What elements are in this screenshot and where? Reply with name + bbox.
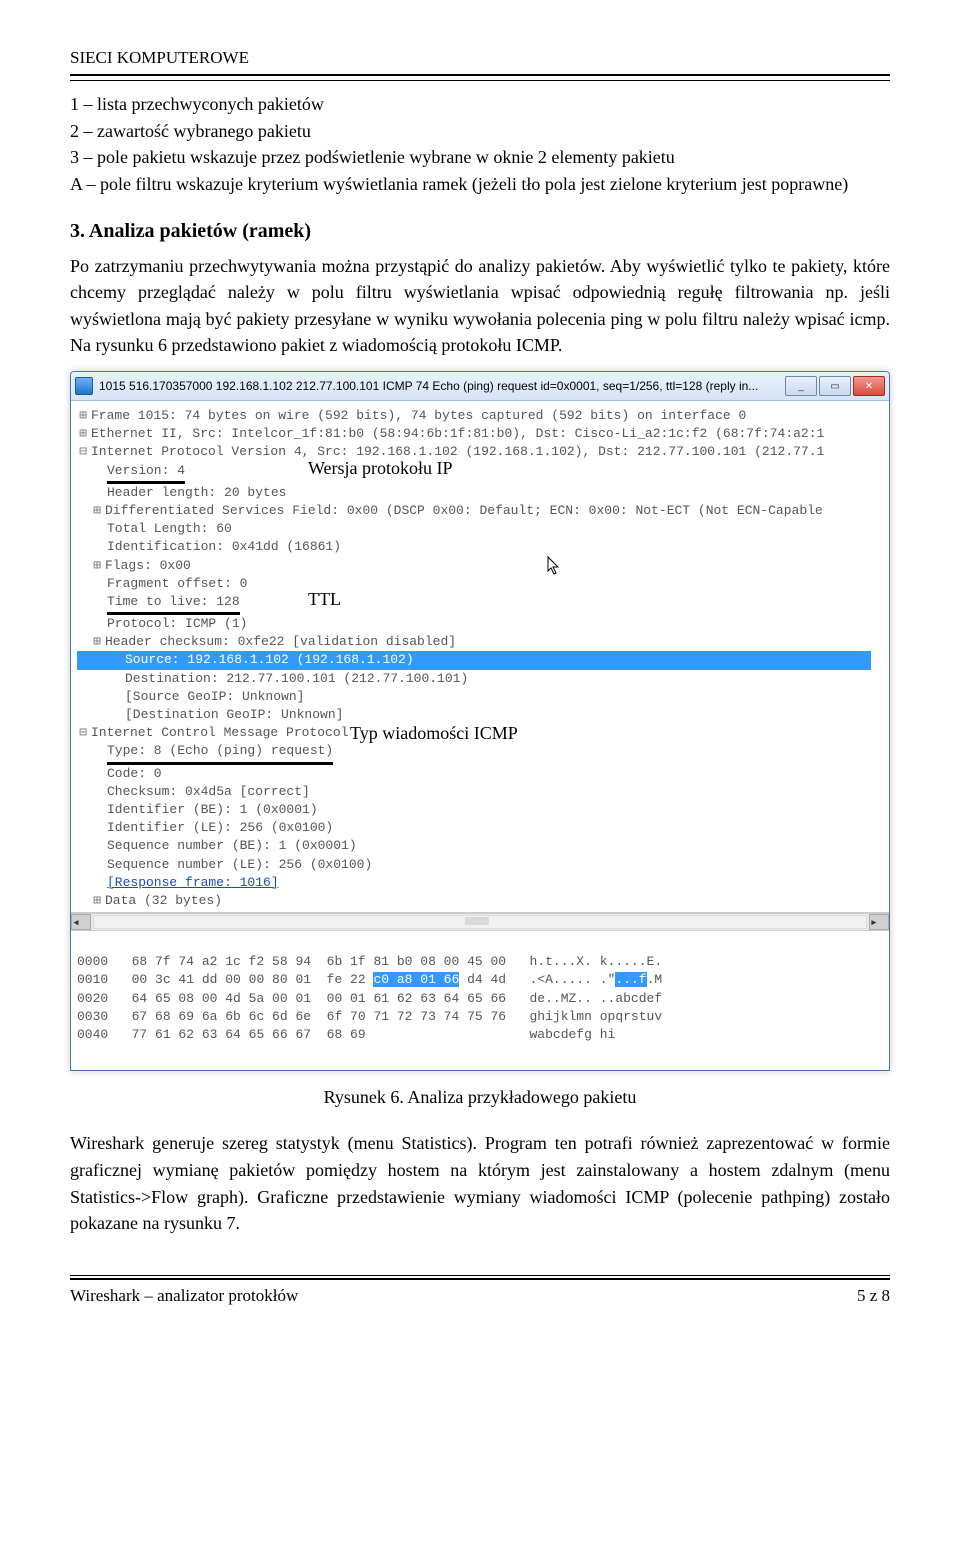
scroll-right-button[interactable]: ▸: [869, 914, 889, 930]
intro-legend: 1 – lista przechwyconych pakietów 2 – za…: [70, 91, 890, 198]
hex-row-0[interactable]: 0000 68 7f 74 a2 1c f2 58 94 6b 1f 81 b0…: [77, 954, 662, 969]
tree-frame[interactable]: ⊞Frame 1015: 74 bytes on wire (592 bits)…: [77, 407, 883, 425]
tree-ip-headerchk[interactable]: ⊞Header checksum: 0xfe22 [validation dis…: [77, 633, 883, 651]
tree-ip-flags[interactable]: ⊞Flags: 0x00: [77, 557, 883, 575]
tree-ip-destination[interactable]: Destination: 212.77.100.101 (212.77.100.…: [77, 670, 883, 688]
wireshark-window: 1015 516.170357000 192.168.1.102 212.77.…: [70, 371, 890, 1071]
window-close-button[interactable]: ✕: [853, 376, 885, 396]
section-3-para: Po zatrzymaniu przechwytywania można prz…: [70, 253, 890, 360]
page-footer: Wireshark – analizator protokłów 5 z 8: [70, 1280, 890, 1306]
outro-paragraph: Wireshark generuje szereg statystyk (men…: [70, 1130, 890, 1237]
tree-icmp-type[interactable]: Type: 8 (Echo (ping) request): [77, 742, 883, 764]
section-3-title: 3. Analiza pakietów (ramek): [70, 220, 890, 243]
window-minimize-button[interactable]: _: [785, 376, 817, 396]
tree-ip-source-selected[interactable]: Source: 192.168.1.102 (192.168.1.102): [77, 651, 871, 669]
tree-ip-headerlen[interactable]: Header length: 20 bytes: [77, 484, 883, 502]
hex-row-2[interactable]: 0020 64 65 08 00 4d 5a 00 01 00 01 61 62…: [77, 991, 662, 1006]
horizontal-scrollbar[interactable]: ◂ ▸: [71, 913, 889, 930]
tree-ip-ttl[interactable]: Time to live: 128: [77, 593, 883, 615]
intro-line-2: 2 – zawartość wybranego pakietu: [70, 121, 311, 141]
tree-icmp-seq-be[interactable]: Sequence number (BE): 1 (0x0001): [77, 837, 883, 855]
tree-icmp-checksum[interactable]: Checksum: 0x4d5a [correct]: [77, 783, 883, 801]
tree-ip-dsf[interactable]: ⊞Differentiated Services Field: 0x00 (DS…: [77, 502, 883, 520]
expand-icon[interactable]: ⊞: [77, 892, 103, 910]
tree-icmp-response-link[interactable]: [Response frame: 1016]: [77, 874, 883, 892]
page-header: SIECI KOMPUTEROWE: [70, 48, 890, 76]
tree-icmp[interactable]: ⊟Internet Control Message Protocol: [77, 724, 883, 742]
expand-icon[interactable]: ⊞: [77, 425, 89, 443]
window-maximize-button[interactable]: ▭: [819, 376, 851, 396]
wireshark-icon: [75, 377, 93, 395]
tree-ip-dstgeo[interactable]: [Destination GeoIP: Unknown]: [77, 706, 883, 724]
tree-icmp-seq-le[interactable]: Sequence number (LE): 256 (0x0100): [77, 856, 883, 874]
hex-row-3[interactable]: 0030 67 68 69 6a 6b 6c 6d 6e 6f 70 71 72…: [77, 1009, 662, 1024]
intro-line-3: 3 – pole pakietu wskazuje przez podświet…: [70, 147, 675, 167]
packet-details-pane[interactable]: ⊞Frame 1015: 74 bytes on wire (592 bits)…: [71, 401, 889, 913]
tree-icmp-id-le[interactable]: Identifier (LE): 256 (0x0100): [77, 819, 883, 837]
figure-6-wrapper: 1015 516.170357000 192.168.1.102 212.77.…: [70, 371, 890, 1071]
scroll-left-button[interactable]: ◂: [71, 914, 91, 930]
tree-icmp-code[interactable]: Code: 0: [77, 765, 883, 783]
intro-line-1: 1 – lista przechwyconych pakietów: [70, 94, 324, 114]
hex-row-4[interactable]: 0040 77 61 62 63 64 65 66 67 68 69 wabcd…: [77, 1027, 615, 1042]
tree-ip-fragoffset[interactable]: Fragment offset: 0: [77, 575, 883, 593]
tree-ethernet[interactable]: ⊞Ethernet II, Src: Intelcor_1f:81:b0 (58…: [77, 425, 883, 443]
tree-ip-version[interactable]: Version: 4: [77, 462, 883, 484]
header-title: SIECI KOMPUTEROWE: [70, 48, 249, 67]
packet-bytes-pane[interactable]: 0000 68 7f 74 a2 1c f2 58 94 6b 1f 81 b0…: [71, 930, 889, 1070]
window-title: 1015 516.170357000 192.168.1.102 212.77.…: [99, 379, 783, 393]
window-titlebar: 1015 516.170357000 192.168.1.102 212.77.…: [71, 372, 889, 401]
scroll-track[interactable]: [93, 915, 867, 929]
expand-icon[interactable]: ⊞: [77, 557, 103, 575]
collapse-icon[interactable]: ⊟: [77, 724, 89, 742]
tree-ip-identification[interactable]: Identification: 0x41dd (16861): [77, 538, 883, 556]
tree-data[interactable]: ⊞Data (32 bytes): [77, 892, 883, 910]
tree-ip-srcgeo[interactable]: [Source GeoIP: Unknown]: [77, 688, 883, 706]
collapse-icon[interactable]: ⊟: [77, 443, 89, 461]
tree-ip-totallen[interactable]: Total Length: 60: [77, 520, 883, 538]
header-rule: [70, 80, 890, 81]
tree-ip[interactable]: ⊟Internet Protocol Version 4, Src: 192.1…: [77, 443, 883, 461]
tree-ip-protocol[interactable]: Protocol: ICMP (1): [77, 615, 883, 633]
footer-left: Wireshark – analizator protokłów: [70, 1286, 298, 1306]
figure-6-caption: Rysunek 6. Analiza przykładowego pakietu: [70, 1087, 890, 1108]
hex-row-1[interactable]: 0010 00 3c 41 dd 00 00 80 01 fe 22 c0 a8…: [77, 972, 662, 987]
tree-icmp-id-be[interactable]: Identifier (BE): 1 (0x0001): [77, 801, 883, 819]
scroll-thumb[interactable]: [465, 917, 489, 925]
intro-line-4: A – pole filtru wskazuje kryterium wyświ…: [70, 174, 848, 194]
footer-right: 5 z 8: [857, 1286, 890, 1306]
expand-icon[interactable]: ⊞: [77, 633, 103, 651]
hex-highlight-src-ip: c0 a8 01 66: [373, 972, 459, 987]
expand-icon[interactable]: ⊞: [77, 502, 103, 520]
expand-icon[interactable]: ⊞: [77, 407, 89, 425]
